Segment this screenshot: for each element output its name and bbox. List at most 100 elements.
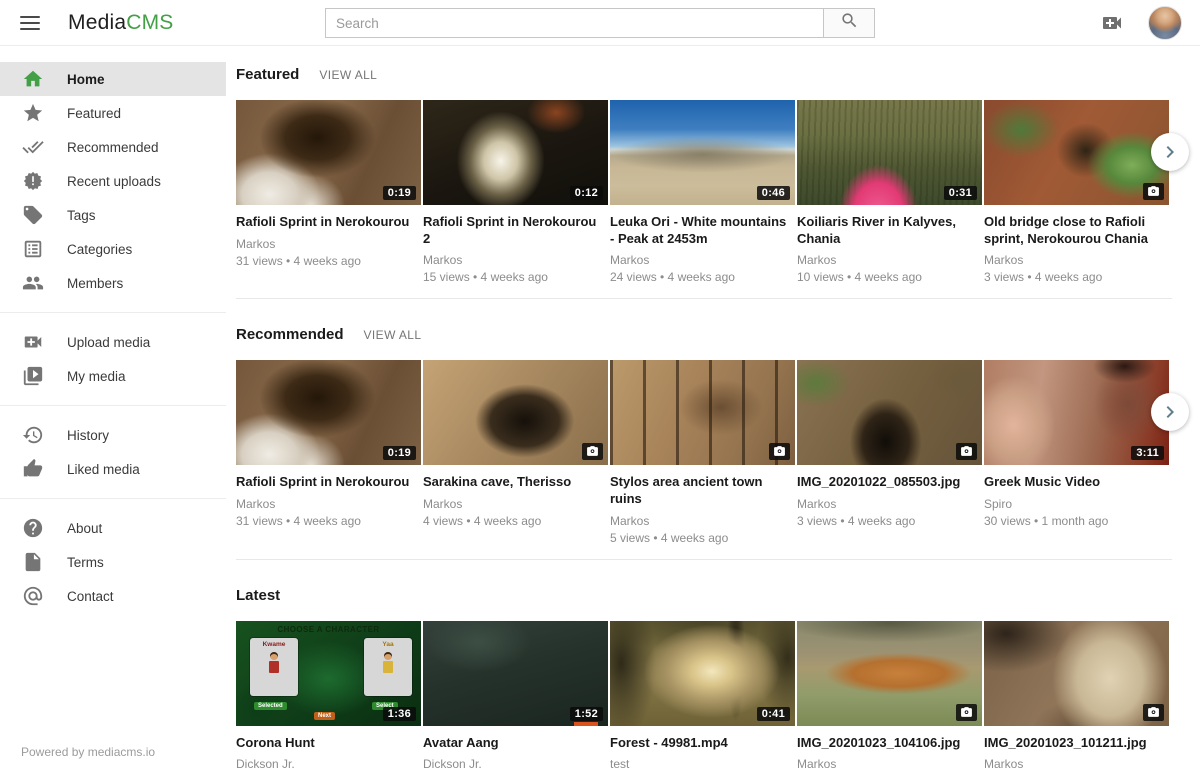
media-author[interactable]: Markos [236,497,421,511]
media-thumbnail[interactable]: 0:12 [423,100,608,205]
carousel-next-button[interactable] [1151,133,1189,171]
sidebar-item-recommended[interactable]: Recommended [0,130,226,164]
carousel-next-button[interactable] [1151,393,1189,431]
media-author[interactable]: Dickson Jr. [423,757,608,771]
media-thumbnail[interactable]: 0:41 [610,621,795,726]
media-author[interactable]: Markos [984,253,1169,267]
media-author[interactable]: Markos [984,757,1169,771]
media-card[interactable]: Stylos area ancient town ruinsMarkos5 vi… [610,360,795,544]
media-author[interactable]: Markos [610,253,795,267]
media-card[interactable]: 0:41Forest - 49981.mp4test17 views • 3 w… [610,621,795,775]
media-title[interactable]: Old bridge close to Rafioli sprint, Nero… [984,214,1169,247]
media-thumbnail[interactable]: 0:19 [236,100,421,205]
duration-badge: 0:41 [757,707,790,721]
media-thumbnail[interactable]: 0:46 [610,100,795,205]
media-title[interactable]: IMG_20201022_085503.jpg [797,474,982,491]
sidebar-group: Upload mediaMy media [0,312,226,399]
media-thumbnail[interactable] [423,360,608,465]
media-title[interactable]: Stylos area ancient town ruins [610,474,795,507]
media-card[interactable]: IMG_20201022_085503.jpgMarkos3 views • 4… [797,360,982,544]
photo-type-badge [582,443,603,460]
media-author[interactable]: Markos [610,514,795,528]
sidebar-item-label: History [67,428,109,443]
media-title[interactable]: Rafioli Sprint in Nerokourou [236,214,421,231]
media-thumbnail[interactable]: 0:31 [797,100,982,205]
media-author[interactable]: Markos [797,497,982,511]
media-title[interactable]: Rafioli Sprint in Nerokourou [236,474,421,491]
media-title[interactable]: Rafioli Sprint in Nerokourou 2 [423,214,608,247]
media-title[interactable]: Koiliaris River in Kalyves, Chania [797,214,982,247]
media-author[interactable]: Markos [797,253,982,267]
logo-text-media: Media [68,11,126,34]
media-title[interactable]: Corona Hunt [236,735,421,752]
media-meta: 15 views • 4 weeks ago [423,270,608,284]
sidebar-item-liked-media[interactable]: Liked media [0,452,226,486]
view-all-link[interactable]: VIEW ALL [319,68,377,82]
photo-type-badge [1143,704,1164,721]
media-title[interactable]: Leuka Ori - White mountains - Peak at 24… [610,214,795,247]
media-title[interactable]: Sarakina cave, Therisso [423,474,608,491]
media-card[interactable]: IMG_20201023_104106.jpgMarkos4 views • 4… [797,621,982,775]
media-title[interactable]: Greek Music Video [984,474,1169,491]
sidebar-group: HomeFeaturedRecommended Recent uploads Tag… [0,56,226,306]
media-title[interactable]: Forest - 49981.mp4 [610,735,795,752]
sidebar-item-members[interactable]: Members [0,266,226,300]
hamburger-menu-icon[interactable] [20,11,44,35]
media-author[interactable]: Dickson Jr. [236,757,421,771]
latest-section: LatestCHOOSE A CHARACTERKwameYaaSelected… [236,560,1172,775]
media-thumbnail[interactable] [984,621,1169,726]
media-card[interactable]: IMG_20201023_101211.jpgMarkos4 views • 4… [984,621,1169,775]
camera-icon [1147,706,1160,719]
sidebar-item-categories[interactable]: Categories [0,232,226,266]
sidebar-item-upload-media[interactable]: Upload media [0,325,226,359]
upload-video-icon[interactable] [1100,11,1124,35]
media-card[interactable]: Old bridge close to Rafioli sprint, Nero… [984,100,1169,284]
media-thumbnail[interactable]: 1:52 [423,621,608,726]
media-thumbnail[interactable] [797,621,982,726]
sidebar-item-terms[interactable]: Terms [0,545,226,579]
media-card[interactable]: 0:12 Rafioli Sprint in Nerokourou 2 Markos… [423,100,608,284]
media-card[interactable]: 0:31 Koiliaris River in Kalyves, Chania Ma… [797,100,982,284]
sidebar-item-home[interactable]: Home [0,62,226,96]
media-author[interactable]: test [610,757,795,771]
media-thumbnail[interactable] [610,360,795,465]
media-card[interactable]: CHOOSE A CHARACTERKwameYaaSelectedNextSe… [236,621,421,775]
media-thumbnail[interactable]: 3:11 [984,360,1169,465]
media-author[interactable]: Markos [423,497,608,511]
photo-type-badge [956,704,977,721]
media-card[interactable]: 3:11Greek Music VideoSpiro30 views • 1 m… [984,360,1169,544]
duration-badge: 0:19 [383,446,416,460]
media-title[interactable]: Avatar Aang [423,735,608,752]
media-card[interactable]: Sarakina cave, TherissoMarkos4 views • 4… [423,360,608,544]
search-input[interactable] [325,8,823,38]
search-button[interactable] [823,8,875,38]
media-card[interactable]: 1:52Avatar AangDickson Jr.12 views • 1 w… [423,621,608,775]
sidebar-item-contact[interactable]: Contact [0,579,226,613]
sidebar-item-about[interactable]: About [0,511,226,545]
sidebar-item-label: Tags [67,208,96,223]
media-author[interactable]: Markos [797,757,982,771]
sidebar-item-tags[interactable]: Tags [0,198,226,232]
media-card[interactable]: 0:46 Leuka Ori - White mountains - Peak a… [610,100,795,284]
media-thumbnail[interactable] [984,100,1169,205]
sidebar-item-my-media[interactable]: My media [0,359,226,393]
media-card[interactable]: 0:19Rafioli Sprint in NerokourouMarkos31… [236,100,421,284]
media-thumbnail[interactable]: CHOOSE A CHARACTERKwameYaaSelectedNextSe… [236,621,421,726]
sidebar-item-featured[interactable]: Featured [0,96,226,130]
logo[interactable]: MediaCMS [68,11,173,35]
media-thumbnail[interactable] [797,360,982,465]
media-title[interactable]: IMG_20201023_104106.jpg [797,735,982,752]
media-thumbnail[interactable]: 0:19 [236,360,421,465]
sidebar-item-recent-uploads[interactable]: Recent uploads [0,164,226,198]
media-card[interactable]: 0:19Rafioli Sprint in NerokourouMarkos31… [236,360,421,544]
media-author[interactable]: Markos [236,237,421,251]
sidebar-item-history[interactable]: History [0,418,226,452]
user-avatar[interactable] [1148,6,1182,40]
sidebar-item-label: Recent uploads [67,174,161,189]
media-author[interactable]: Markos [423,253,608,267]
view-all-link[interactable]: VIEW ALL [364,328,422,342]
media-meta: 3 views • 4 weeks ago [984,270,1169,284]
media-title[interactable]: IMG_20201023_101211.jpg [984,735,1169,752]
media-author[interactable]: Spiro [984,497,1169,511]
sidebar-group: AboutTermsContact [0,498,226,619]
